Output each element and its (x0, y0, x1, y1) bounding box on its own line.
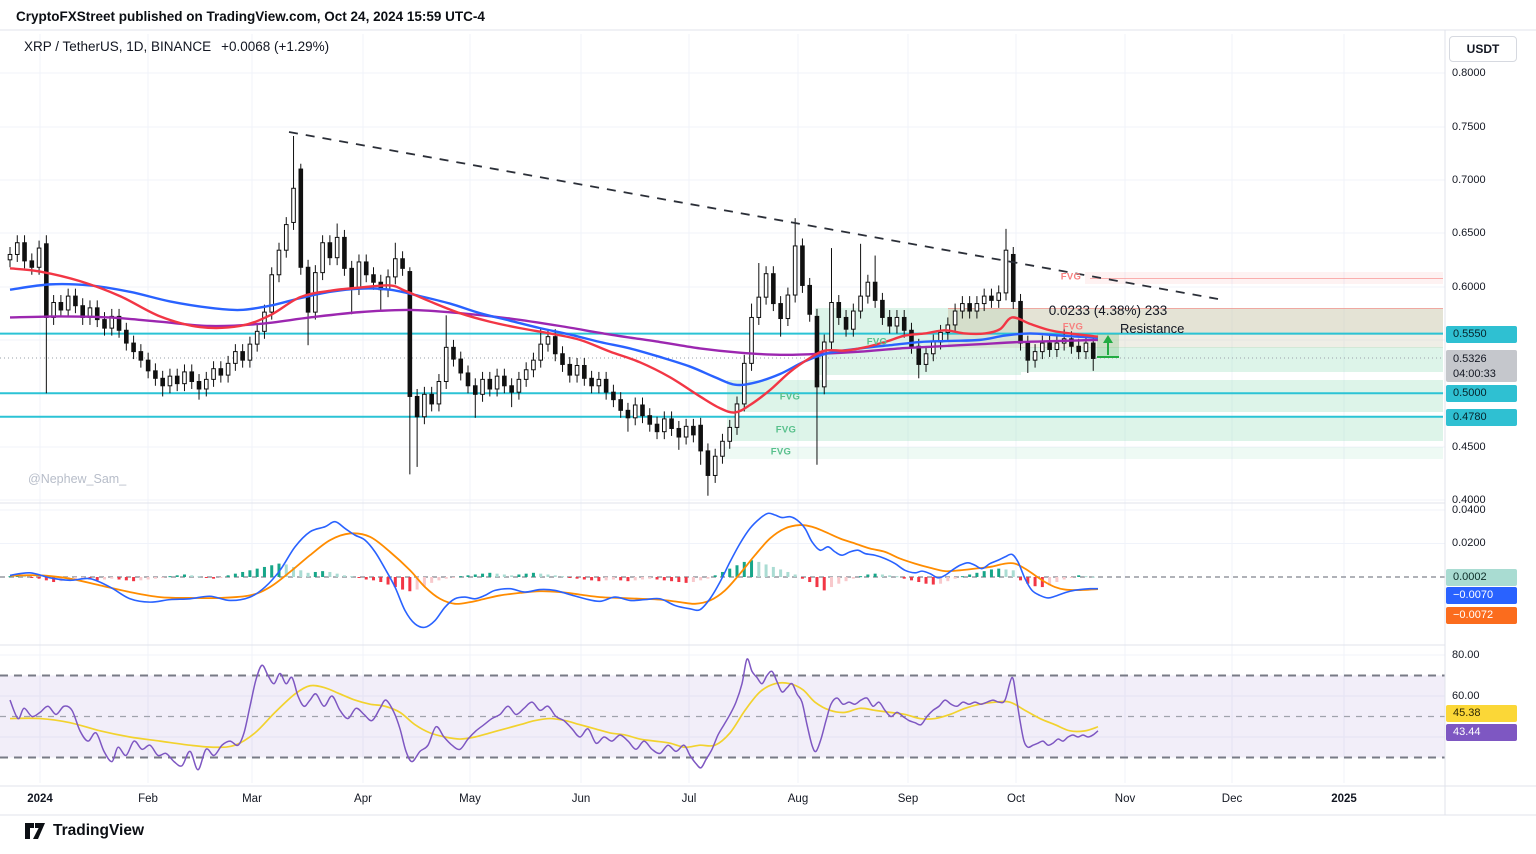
tradingview-logo[interactable]: TradingView (25, 822, 144, 840)
time-tick-label: Jul (682, 793, 697, 805)
time-tick-label: Oct (1007, 793, 1025, 805)
level-badge-4780: 0.4780 (1446, 409, 1517, 426)
rsi-value-badge: 43.44 (1446, 724, 1517, 741)
price-tick-label: 0.0400 (1452, 504, 1486, 516)
time-tick-label: Aug (788, 793, 808, 805)
current-price-value: 0.5326 (1453, 352, 1517, 367)
price-pane[interactable] (0, 30, 1445, 503)
fvg-label: FVG (1063, 322, 1083, 333)
time-tick-label: Mar (242, 793, 262, 805)
price-tick-label: 0.4500 (1452, 441, 1486, 453)
macd-hist-badge: 0.0002 (1446, 569, 1517, 586)
price-tick-label: 0.6000 (1452, 281, 1486, 293)
tradingview-logo-text: TradingView (53, 822, 144, 840)
tradingview-chart-page: CryptoFXStreet published on TradingView.… (0, 0, 1536, 854)
price-tick-label: 80.00 (1452, 649, 1480, 661)
time-tick-label: Apr (354, 793, 372, 805)
price-tick-label: 60.00 (1452, 690, 1480, 702)
resistance-label: Resistance (1120, 321, 1184, 336)
price-tick-label: 0.8000 (1452, 67, 1486, 79)
time-tick-label: Feb (138, 793, 158, 805)
time-tick-label: 2024 (27, 793, 53, 805)
time-tick-label: Dec (1222, 793, 1242, 805)
macd-line-badge: −0.0070 (1446, 587, 1517, 604)
macd-pane[interactable] (0, 503, 1445, 645)
time-tick-label: Nov (1115, 793, 1135, 805)
rsi-ma-badge: 45.38 (1446, 705, 1517, 722)
price-tick-label: 0.7000 (1452, 174, 1486, 186)
current-price-badge: 0.5326 04:00:33 (1446, 350, 1517, 382)
macd-signal-badge: −0.0072 (1446, 607, 1517, 624)
level-badge-5000: 0.5000 (1446, 385, 1517, 402)
time-tick-label: Jun (572, 793, 591, 805)
fvg-label: FVG (867, 337, 887, 348)
price-tick-label: 0.0200 (1452, 537, 1486, 549)
time-tick-label: May (459, 793, 481, 805)
fvg-label: FVG (780, 392, 800, 403)
price-tick-label: 0.6500 (1452, 227, 1486, 239)
tradingview-logo-icon (25, 822, 46, 840)
fvg-label: FVG (1061, 272, 1081, 283)
measure-label: 0.0233 (4.38%) 233 (1049, 303, 1168, 318)
currency-toggle-button[interactable]: USDT (1449, 36, 1517, 62)
time-tick-label: Sep (898, 793, 918, 805)
time-tick-label: 2025 (1331, 793, 1357, 805)
bar-countdown: 04:00:33 (1453, 367, 1517, 382)
level-badge-5550: 0.5550 (1446, 326, 1517, 343)
fvg-label: FVG (771, 447, 791, 458)
price-tick-label: 0.7500 (1452, 121, 1486, 133)
rsi-pane[interactable] (0, 645, 1445, 786)
fvg-label: FVG (776, 425, 796, 436)
